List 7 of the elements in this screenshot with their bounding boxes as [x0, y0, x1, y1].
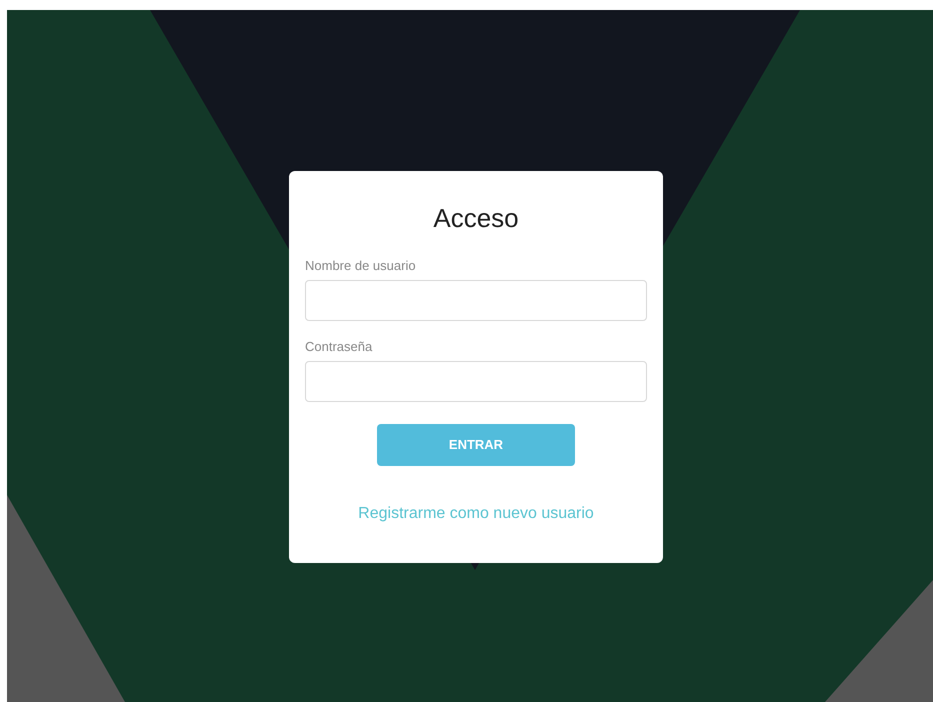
- input-field[interactable]: [305, 280, 647, 321]
- submit-button[interactable]: ENTRAR: [377, 424, 575, 466]
- register-link[interactable]: Registrarme como nuevo usuario: [358, 502, 594, 526]
- field-label: Contraseña: [305, 338, 374, 355]
- field-label: Nombre de usuario: [305, 257, 417, 274]
- login-title: Acceso: [432, 202, 520, 235]
- input-field[interactable]: [305, 361, 647, 402]
